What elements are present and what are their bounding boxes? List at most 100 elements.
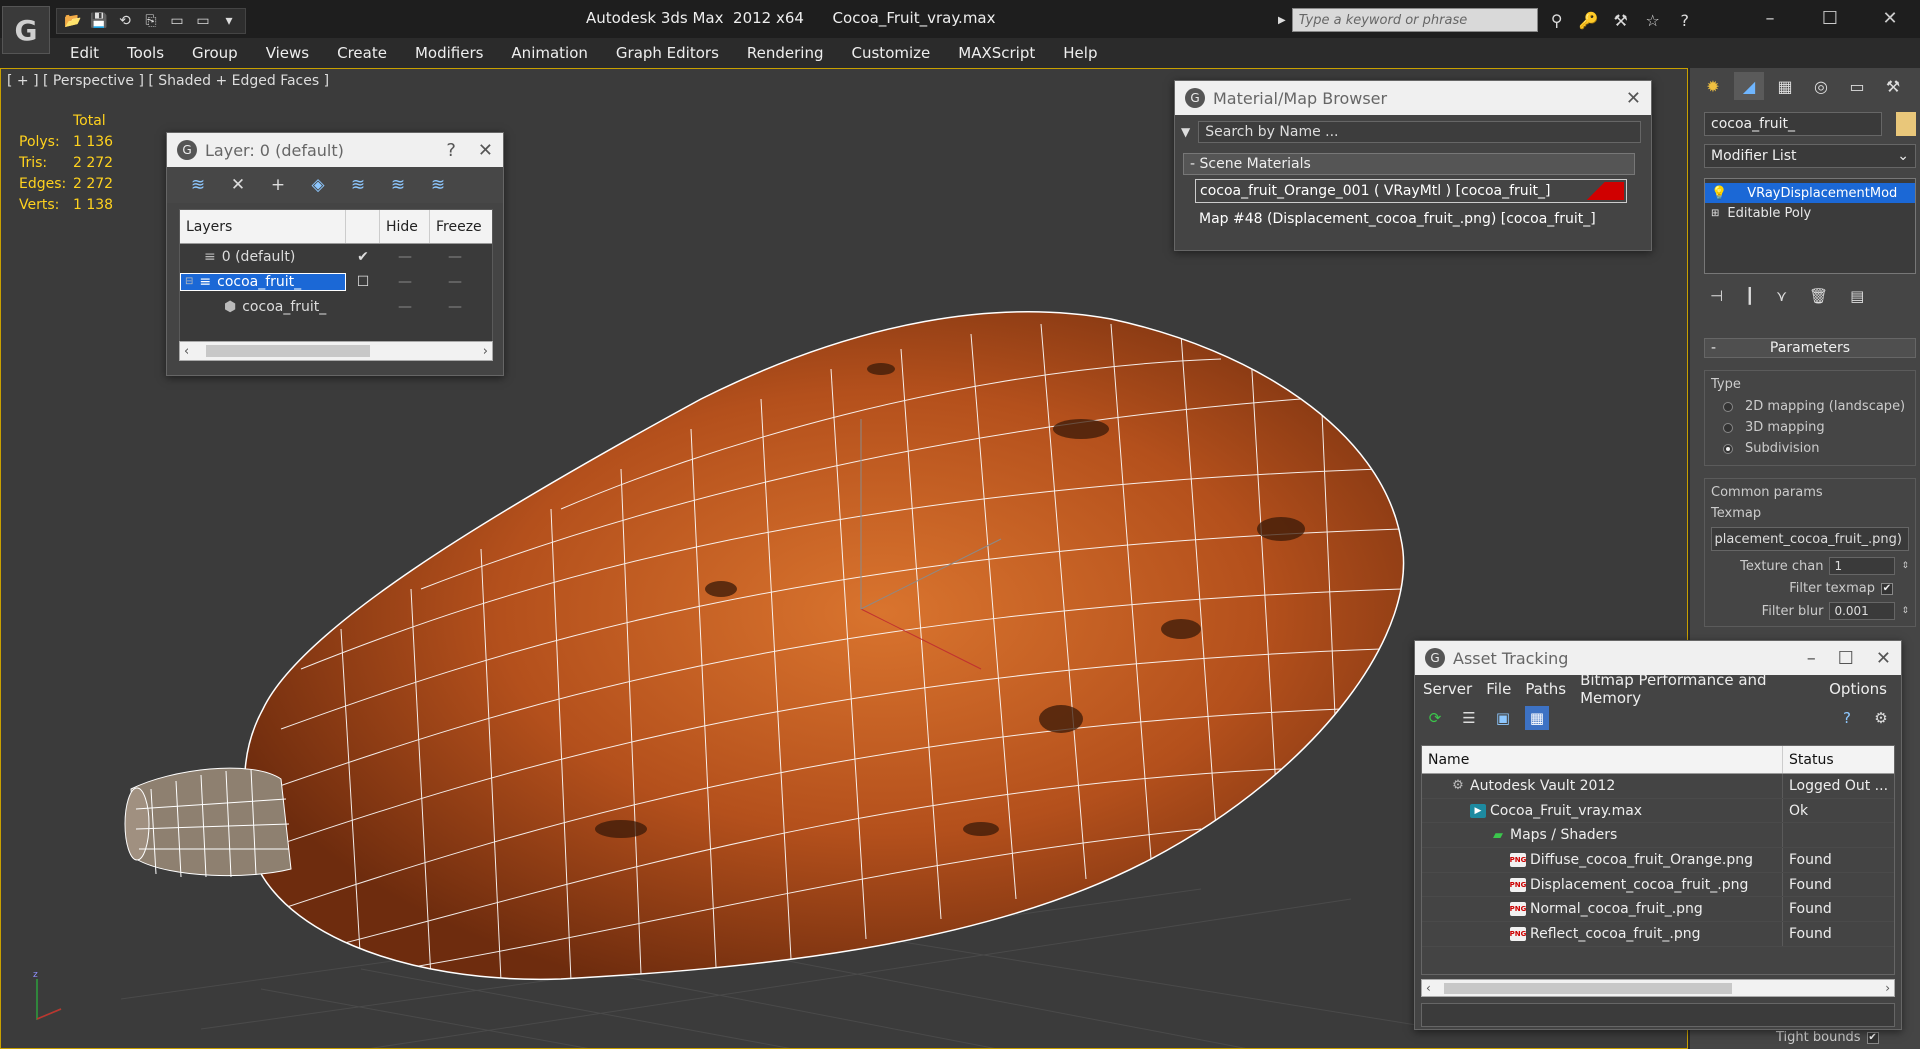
- material-search-input[interactable]: [1198, 121, 1642, 143]
- maximize-button[interactable]: ☐: [1800, 0, 1860, 36]
- options-dropdown-icon[interactable]: ▼: [1181, 125, 1190, 139]
- filter-blur-spinner[interactable]: 0.001: [1829, 602, 1896, 620]
- refresh-icon[interactable]: ⟳: [1423, 706, 1447, 730]
- expand-icon[interactable]: ⊞: [1711, 208, 1719, 219]
- add-to-layer-icon[interactable]: +: [265, 172, 291, 198]
- spinner-arrows-icon[interactable]: ⇕: [1901, 561, 1909, 571]
- project-folder-icon[interactable]: ▭: [191, 11, 215, 31]
- asset-tracking-header[interactable]: G Asset Tracking – ☐ ✕: [1415, 641, 1901, 675]
- scene-materials-section[interactable]: - Scene Materials: [1183, 153, 1635, 175]
- scroll-right-icon[interactable]: ›: [483, 344, 488, 359]
- stack-item[interactable]: ⊞ Editable Poly: [1705, 203, 1915, 223]
- undo-icon[interactable]: ⟲: [113, 11, 137, 31]
- current-layer-check[interactable]: ☐: [346, 274, 380, 290]
- make-unique-icon[interactable]: ⋎: [1776, 287, 1787, 305]
- asset-row[interactable]: PNG Diffuse_cocoa_fruit_Orange.png Found: [1422, 848, 1894, 873]
- settings-icon[interactable]: ⚙: [1869, 706, 1893, 730]
- menu-file[interactable]: File: [1486, 680, 1511, 698]
- create-tab-icon[interactable]: ✹: [1698, 72, 1728, 100]
- hide-toggle[interactable]: —: [380, 299, 430, 315]
- thumbnail-view-icon[interactable]: ▣: [1491, 706, 1515, 730]
- minimize-button[interactable]: –: [1740, 0, 1800, 36]
- utilities-tab-icon[interactable]: ⚒: [1878, 72, 1908, 100]
- freeze-toggle[interactable]: —: [430, 249, 480, 265]
- filter-texmap-checkbox[interactable]: ✔: [1881, 582, 1893, 595]
- col-hide[interactable]: Hide: [380, 210, 430, 243]
- save-file-icon[interactable]: 💾: [87, 11, 111, 31]
- hide-toggle[interactable]: —: [380, 274, 430, 290]
- col-layers[interactable]: Layers: [180, 210, 346, 243]
- asset-row[interactable]: ▶ Cocoa_Fruit_vray.max Ok: [1422, 798, 1894, 824]
- col-status[interactable]: Status: [1783, 746, 1894, 773]
- material-item[interactable]: cocoa_fruit_Orange_001 ( VRayMtl ) [coco…: [1195, 179, 1627, 203]
- menu-views[interactable]: Views: [252, 44, 323, 62]
- search-input[interactable]: [1291, 8, 1538, 32]
- close-button[interactable]: ✕: [1876, 648, 1891, 669]
- lightbulb-icon[interactable]: 💡: [1711, 186, 1727, 201]
- layer-row[interactable]: ≡ 0 (default) ✔ — —: [180, 244, 492, 269]
- binoculars-icon[interactable]: ⚲: [1544, 8, 1570, 32]
- menu-edit[interactable]: Edit: [56, 44, 113, 62]
- col-freeze[interactable]: Freeze: [430, 210, 490, 243]
- asset-row[interactable]: PNG Displacement_cocoa_fruit_.png Found: [1422, 872, 1894, 898]
- current-layer-check[interactable]: ✔: [346, 249, 380, 265]
- menu-options[interactable]: Options: [1829, 680, 1887, 698]
- radio-2d-mapping[interactable]: 2D mapping (landscape): [1711, 396, 1909, 417]
- favorites-star-icon[interactable]: ☆: [1640, 8, 1666, 32]
- scroll-right-icon[interactable]: ›: [1885, 981, 1890, 995]
- hide-all-layers-icon[interactable]: ≋: [385, 172, 411, 198]
- layer-row[interactable]: ⬢ cocoa_fruit_ — —: [180, 294, 492, 319]
- material-browser-header[interactable]: G Material/Map Browser ✕: [1175, 81, 1651, 115]
- object-color-swatch[interactable]: [1896, 112, 1916, 136]
- parameters-header[interactable]: - Parameters: [1704, 338, 1916, 358]
- scroll-left-icon[interactable]: ‹: [184, 344, 189, 359]
- table-view-icon[interactable]: ▦: [1525, 706, 1549, 730]
- delete-layer-icon[interactable]: ✕: [225, 172, 251, 198]
- spinner-arrows-icon[interactable]: ⇕: [1901, 606, 1909, 616]
- menu-server[interactable]: Server: [1423, 680, 1472, 698]
- freeze-toggle[interactable]: —: [430, 299, 480, 315]
- menu-create[interactable]: Create: [323, 44, 401, 62]
- motion-tab-icon[interactable]: ◎: [1806, 72, 1836, 100]
- horizontal-scrollbar[interactable]: ‹ ›: [1421, 979, 1895, 997]
- create-layer-icon[interactable]: ≋: [185, 172, 211, 198]
- menu-graph-editors[interactable]: Graph Editors: [602, 44, 733, 62]
- texture-chan-spinner[interactable]: 1: [1829, 557, 1896, 575]
- asset-row[interactable]: ▰ Maps / Shaders: [1422, 823, 1894, 849]
- scroll-thumb[interactable]: [206, 345, 370, 357]
- radio-3d-mapping[interactable]: 3D mapping: [1711, 417, 1909, 438]
- list-view-icon[interactable]: ☰: [1457, 706, 1481, 730]
- tight-bounds-checkbox[interactable]: ✔: [1866, 1031, 1879, 1044]
- remove-modifier-icon[interactable]: 🗑: [1809, 287, 1828, 305]
- menu-maxscript[interactable]: MAXScript: [944, 44, 1049, 62]
- menu-modifiers[interactable]: Modifiers: [401, 44, 497, 62]
- modifier-list-dropdown[interactable]: Modifier List ⌄: [1704, 144, 1916, 168]
- scroll-left-icon[interactable]: ‹: [1426, 981, 1431, 995]
- col-name[interactable]: Name: [1422, 746, 1783, 773]
- subscription-icon[interactable]: 🔑: [1576, 8, 1602, 32]
- asset-row[interactable]: PNG Reflect_cocoa_fruit_.png Found: [1422, 922, 1894, 947]
- search-expand-icon[interactable]: ▶: [1278, 15, 1286, 26]
- menu-customize[interactable]: Customize: [838, 44, 945, 62]
- viewport-label[interactable]: [ + ] [ Perspective ] [ Shaded + Edged F…: [7, 73, 329, 89]
- radio-subdivision[interactable]: Subdivision: [1711, 438, 1909, 459]
- open-file-icon[interactable]: 📂: [61, 11, 85, 31]
- freeze-all-layers-icon[interactable]: ≋: [425, 172, 451, 198]
- close-button[interactable]: ✕: [1626, 88, 1641, 109]
- minimize-button[interactable]: –: [1807, 648, 1816, 669]
- show-end-result-icon[interactable]: ┃: [1745, 287, 1754, 305]
- modify-tab-icon[interactable]: ◢: [1734, 72, 1764, 100]
- menu-help[interactable]: Help: [1049, 44, 1111, 62]
- map-item[interactable]: Map #48 (Displacement_cocoa_fruit_.png) …: [1195, 207, 1627, 231]
- col-current[interactable]: [346, 210, 380, 243]
- menu-paths[interactable]: Paths: [1525, 680, 1566, 698]
- menu-rendering[interactable]: Rendering: [733, 44, 838, 62]
- communication-center-icon[interactable]: ⚒: [1608, 8, 1634, 32]
- new-scene-icon[interactable]: ▭: [165, 11, 189, 31]
- help-icon[interactable]: ?: [1835, 706, 1859, 730]
- menu-tools[interactable]: Tools: [113, 44, 178, 62]
- help-icon[interactable]: ?: [1672, 8, 1698, 32]
- layer-panel-header[interactable]: G Layer: 0 (default) ? ✕: [167, 133, 503, 167]
- layer-row[interactable]: ⊟ ≡ cocoa_fruit_ ☐ — —: [180, 269, 492, 294]
- texmap-button[interactable]: placement_cocoa_fruit_.png): [1711, 527, 1909, 551]
